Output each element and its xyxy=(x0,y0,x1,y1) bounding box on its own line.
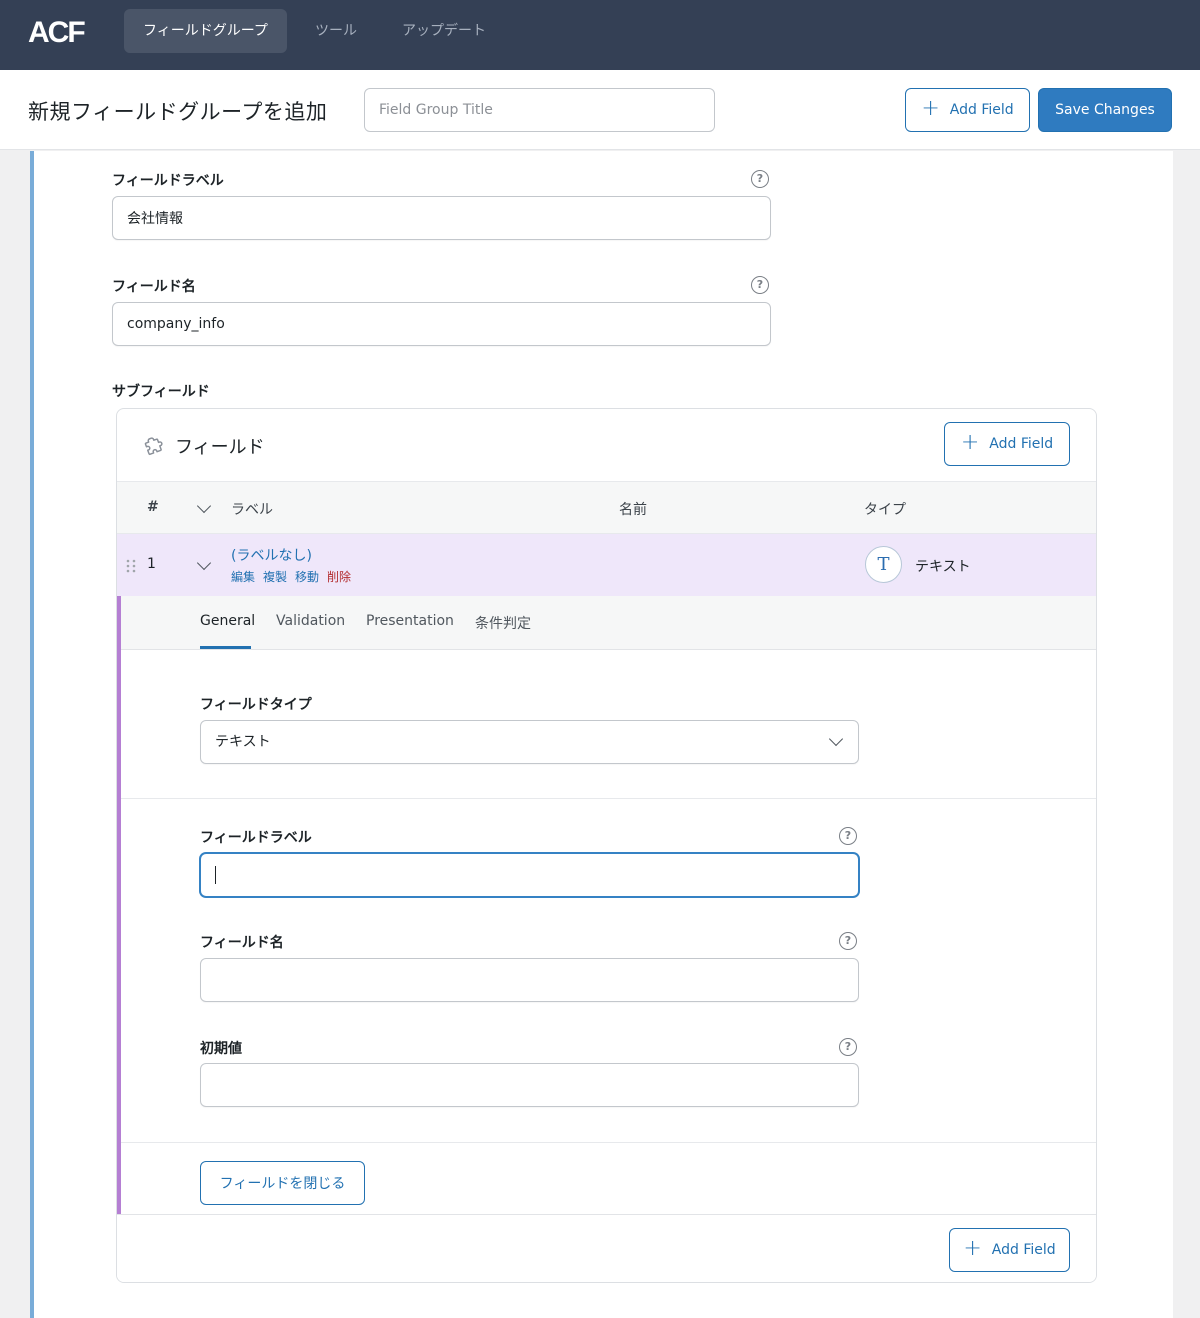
field-type-value: テキスト xyxy=(215,734,271,750)
puzzle-icon xyxy=(144,437,163,456)
save-changes-button[interactable]: Save Changes xyxy=(1038,88,1172,132)
edit-link[interactable]: 編集 xyxy=(231,568,255,585)
chevron-down-icon xyxy=(828,731,844,747)
parent-field-label-input[interactable] xyxy=(112,196,771,240)
add-field-button-top[interactable]: + Add Field xyxy=(944,422,1070,466)
move-link[interactable]: 移動 xyxy=(295,568,319,585)
parent-field-label-title: フィールドラベル xyxy=(112,173,224,189)
top-navigation: ACF フィールドグループ ツール アップデート xyxy=(0,0,1200,70)
subfield-name-title: フィールド名 xyxy=(200,935,284,951)
svg-text:ACF: ACF xyxy=(28,16,85,46)
close-field-button[interactable]: フィールドを閉じる xyxy=(200,1161,365,1205)
help-icon[interactable]: ? xyxy=(839,932,857,950)
divider xyxy=(121,798,1096,799)
help-icon[interactable]: ? xyxy=(751,276,769,294)
add-field-button-header[interactable]: + Add Field xyxy=(905,88,1030,132)
plus-icon: + xyxy=(921,96,940,121)
tab-validation[interactable]: Validation xyxy=(276,613,345,629)
parent-field-name-input[interactable] xyxy=(112,302,771,346)
add-field-label: Add Field xyxy=(949,102,1014,118)
column-name: 名前 xyxy=(619,502,647,518)
header-bar: 新規フィールドグループを追加 + Add Field Save Changes xyxy=(0,70,1200,150)
field-settings-card: フィールドラベル ? フィールド名 ? サブフィールド フィールド + Add … xyxy=(30,151,1173,1318)
text-type-icon: T xyxy=(865,546,902,583)
page-title: 新規フィールドグループを追加 xyxy=(28,100,328,124)
subfields-title: サブフィールド xyxy=(112,384,210,400)
subfields-header-title: フィールド xyxy=(175,437,265,458)
duplicate-link[interactable]: 複製 xyxy=(263,568,287,585)
acf-logo[interactable]: ACF xyxy=(28,16,90,46)
drag-handle-icon[interactable] xyxy=(126,559,136,573)
field-type-select[interactable]: テキスト xyxy=(200,720,859,764)
tab-presentation[interactable]: Presentation xyxy=(366,613,454,629)
column-num: # xyxy=(147,499,159,515)
chevron-down-icon[interactable] xyxy=(196,498,212,514)
parent-field-name-title: フィールド名 xyxy=(112,279,196,295)
subfields-column-header: # ラベル 名前 タイプ xyxy=(117,481,1096,534)
default-value-title: 初期値 xyxy=(200,1041,242,1057)
nav-tab-updates[interactable]: アップデート xyxy=(383,9,505,53)
row-type: テキスト xyxy=(915,559,971,575)
chevron-down-icon[interactable] xyxy=(196,555,212,571)
help-icon[interactable]: ? xyxy=(839,827,857,845)
subfields-box: フィールド + Add Field # ラベル 名前 タイプ 1 (ラベルなし)… xyxy=(116,408,1097,1283)
column-type: タイプ xyxy=(864,502,906,518)
help-icon[interactable]: ? xyxy=(839,1038,857,1056)
text-cursor xyxy=(215,866,216,884)
field-type-title: フィールドタイプ xyxy=(200,697,312,713)
subfield-name-input[interactable] xyxy=(200,958,859,1002)
delete-link[interactable]: 削除 xyxy=(327,568,351,585)
plus-icon: + xyxy=(963,1236,982,1261)
tab-general[interactable]: General xyxy=(200,613,255,629)
add-field-label: Add Field xyxy=(991,1242,1056,1258)
subfields-footer: + Add Field xyxy=(117,1214,1096,1282)
row-number: 1 xyxy=(147,556,156,572)
tab-conditional-logic[interactable]: 条件判定 xyxy=(475,613,531,633)
subfield-label-input[interactable] xyxy=(200,853,859,897)
plus-icon: + xyxy=(960,430,980,455)
active-tab-indicator xyxy=(200,646,251,649)
nav-tab-tools[interactable]: ツール xyxy=(296,9,376,53)
add-field-label: Add Field xyxy=(989,436,1054,452)
add-field-button-bottom[interactable]: + Add Field xyxy=(949,1228,1070,1272)
default-value-input[interactable] xyxy=(200,1063,859,1107)
row-label-link[interactable]: (ラベルなし) xyxy=(231,545,312,565)
subfield-label-title: フィールドラベル xyxy=(200,830,312,846)
subfield-row[interactable]: 1 (ラベルなし) 編集 複製 移動 削除 T テキスト xyxy=(117,534,1096,596)
subfield-settings-panel: General Validation Presentation 条件判定 フィー… xyxy=(117,596,1096,1214)
nav-tab-field-groups[interactable]: フィールドグループ xyxy=(124,9,287,53)
settings-tabs: General Validation Presentation 条件判定 xyxy=(121,596,1096,650)
divider xyxy=(121,1142,1096,1143)
row-actions: 編集 複製 移動 削除 xyxy=(231,568,351,585)
column-label: ラベル xyxy=(231,502,273,518)
field-group-title-input[interactable] xyxy=(364,88,715,132)
help-icon[interactable]: ? xyxy=(751,170,769,188)
